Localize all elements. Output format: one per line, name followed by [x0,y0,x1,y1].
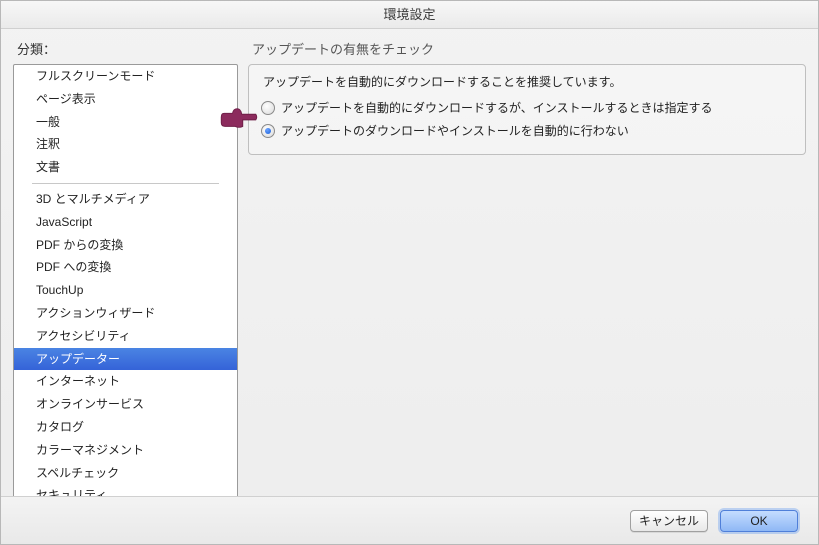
sidebar-item[interactable]: 一般 [14,111,237,134]
sidebar-item[interactable]: アップデーター [14,348,237,371]
option-auto-download[interactable]: アップデートを自動的にダウンロードするが、インストールするときは指定する [259,98,795,117]
option-label: アップデートのダウンロードやインストールを自動的に行わない [281,122,629,139]
sidebar-label: 分類： [13,37,238,64]
sidebar-item[interactable]: カタログ [14,416,237,439]
sidebar-divider [32,183,219,184]
sidebar-item[interactable]: 注釈 [14,133,237,156]
window-title: 環境設定 [1,1,818,29]
category-box: フルスクリーンモードページ表示一般注釈文書 3D とマルチメディアJavaScri… [13,64,238,509]
sidebar-item[interactable]: インターネット [14,370,237,393]
sidebar-item[interactable]: オンラインサービス [14,393,237,416]
dialog-footer: キャンセル OK [1,496,818,544]
section-header: アップデートの有無をチェック [248,37,806,64]
category-list[interactable]: フルスクリーンモードページ表示一般注釈文書 3D とマルチメディアJavaScri… [14,65,237,508]
sidebar-item[interactable]: 3D とマルチメディア [14,188,237,211]
content-panel: アップデートの有無をチェック アップデートを自動的にダウンロードすることを推奨し… [248,37,806,496]
sidebar-item[interactable]: フルスクリーンモード [14,65,237,88]
sidebar: 分類： フルスクリーンモードページ表示一般注釈文書 3D とマルチメディアJava… [13,37,238,496]
cancel-button[interactable]: キャンセル [630,510,708,532]
sidebar-item[interactable]: JavaScript [14,211,237,234]
sidebar-item[interactable]: アクションウィザード [14,302,237,325]
sidebar-item[interactable]: 文書 [14,156,237,179]
update-description: アップデートを自動的にダウンロードすることを推奨しています。 [259,73,795,90]
option-label: アップデートを自動的にダウンロードするが、インストールするときは指定する [281,99,713,116]
update-options-group: アップデートを自動的にダウンロードすることを推奨しています。 アップデートを自動… [248,64,806,155]
sidebar-item[interactable]: カラーマネジメント [14,439,237,462]
preferences-window: 環境設定 分類： フルスクリーンモードページ表示一般注釈文書 3D とマルチメディ… [0,0,819,545]
sidebar-item[interactable]: PDF への変換 [14,256,237,279]
option-no-auto[interactable]: アップデートのダウンロードやインストールを自動的に行わない [259,121,795,140]
ok-button[interactable]: OK [720,510,798,532]
sidebar-item[interactable]: ページ表示 [14,88,237,111]
sidebar-item[interactable]: TouchUp [14,279,237,302]
sidebar-item[interactable]: PDF からの変換 [14,234,237,257]
radio-icon[interactable] [261,124,275,138]
body-area: 分類： フルスクリーンモードページ表示一般注釈文書 3D とマルチメディアJava… [1,29,818,496]
sidebar-item[interactable]: スペルチェック [14,462,237,485]
radio-icon[interactable] [261,101,275,115]
sidebar-item[interactable]: アクセシビリティ [14,325,237,348]
